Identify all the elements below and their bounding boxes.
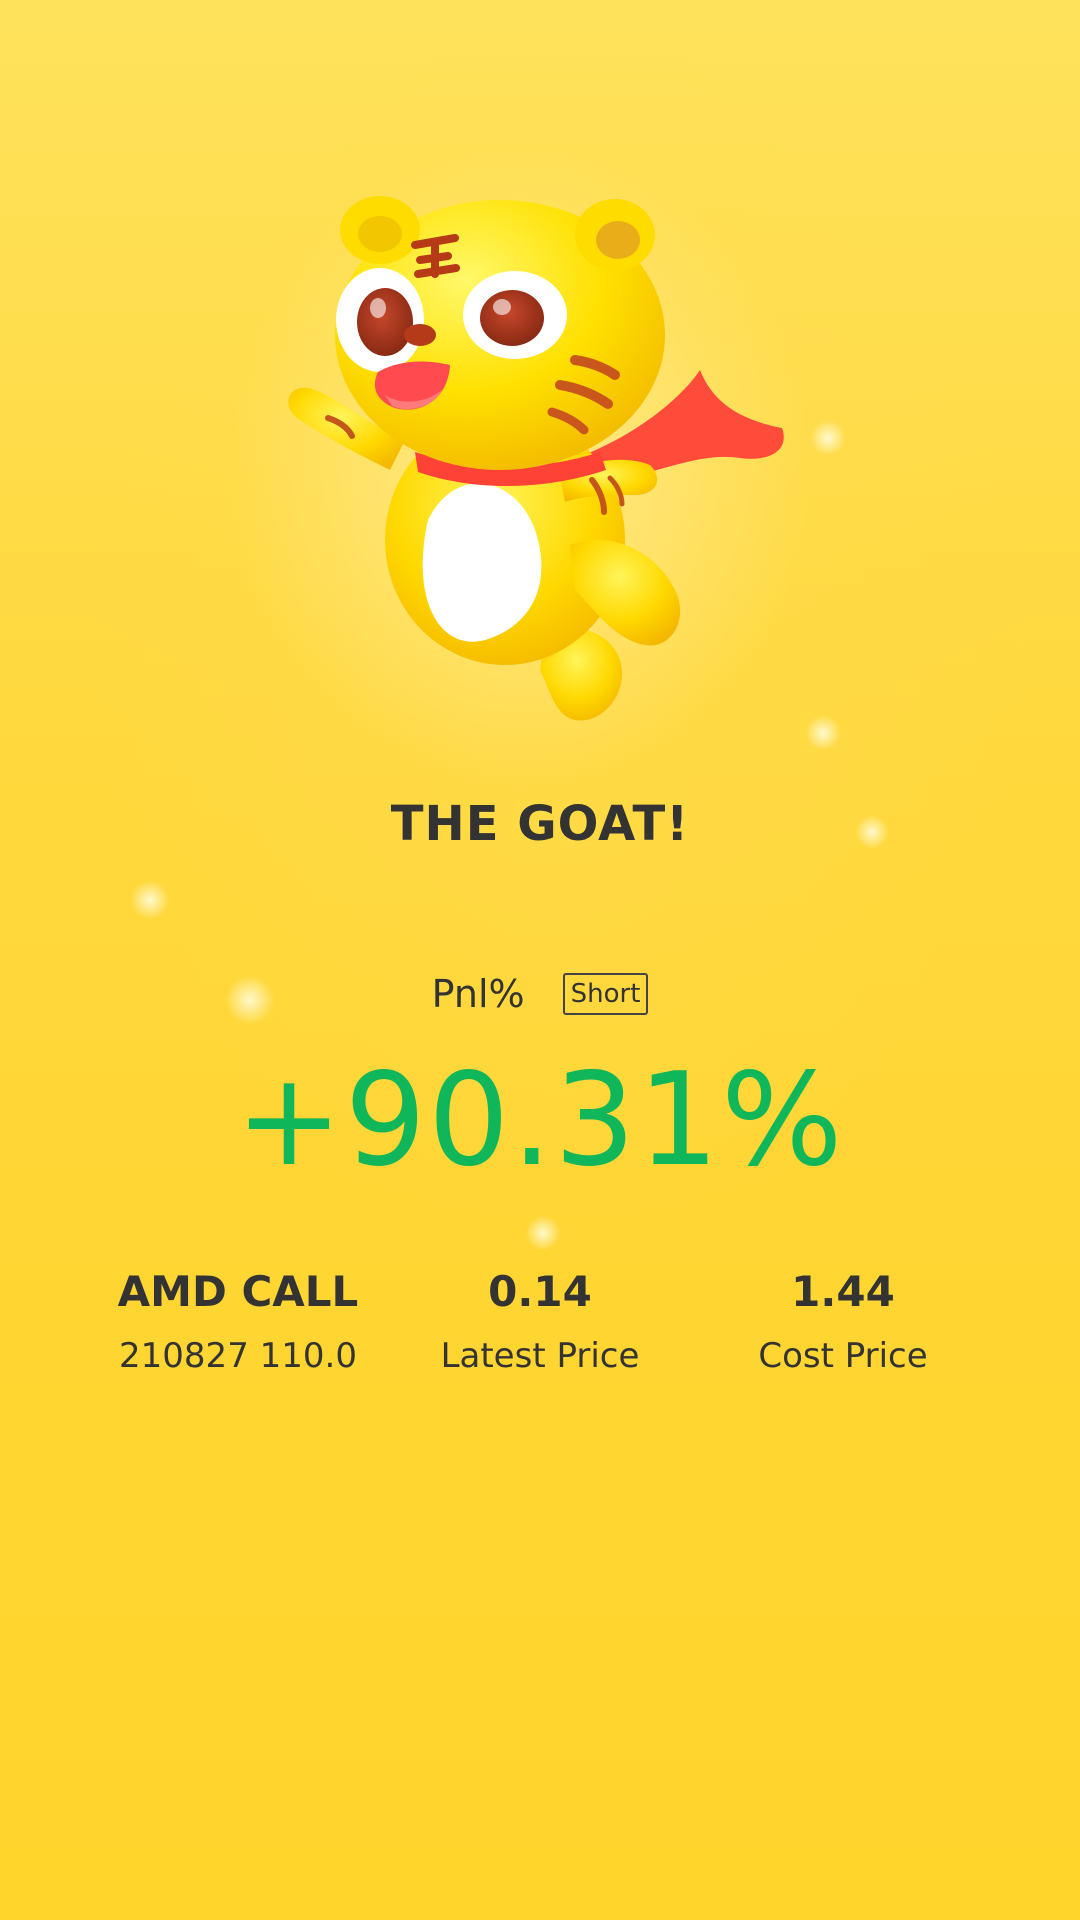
pnl-label: Pnl% (431, 972, 525, 1016)
instrument-stat: AMD CALL 210827 110.0 (88, 1262, 388, 1378)
sparkle (130, 880, 170, 920)
cost-price-label: Cost Price (758, 1336, 928, 1376)
pnl-header: Pnl% Short (0, 972, 1080, 1016)
instrument-detail: 210827 110.0 (119, 1336, 357, 1376)
latest-price-value: 0.14 (488, 1267, 592, 1316)
stats-row: AMD CALL 210827 110.0 0.14 Latest Price … (0, 1262, 1080, 1402)
cost-price-stat: 1.44 Cost Price (693, 1262, 993, 1378)
latest-price-label: Latest Price (440, 1336, 640, 1376)
sparkle (805, 715, 841, 751)
instrument-name: AMD CALL (117, 1267, 359, 1316)
latest-price-stat: 0.14 Latest Price (390, 1262, 690, 1378)
pnl-value: +90.31% (235, 1046, 845, 1195)
sparkle (525, 1215, 561, 1251)
sparkle (810, 420, 846, 456)
cost-price-value: 1.44 (791, 1267, 895, 1316)
direction-badge: Short (562, 973, 649, 1015)
tiger-mascot-icon (270, 190, 810, 750)
page-title: THE GOAT! (390, 796, 690, 852)
